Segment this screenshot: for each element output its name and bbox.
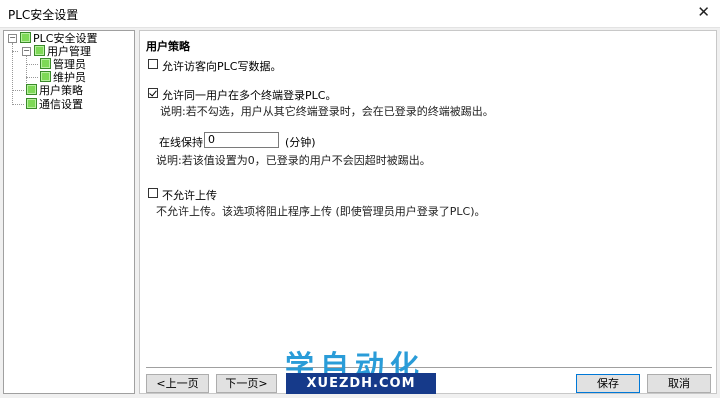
node-icon xyxy=(26,98,37,109)
multi-login-checkbox[interactable] xyxy=(148,88,158,98)
keep-online-unit: (分钟) xyxy=(285,136,316,149)
multi-login-label: 允许同一用户在多个终端登录PLC。 xyxy=(162,89,337,102)
collapse-icon[interactable]: − xyxy=(8,34,17,43)
tree-connector xyxy=(12,104,24,105)
tree-connector xyxy=(12,51,18,52)
keep-online-input[interactable]: 0 xyxy=(204,132,279,148)
tree-connector xyxy=(26,64,38,65)
tree-item-plc-security[interactable]: PLC安全设置 xyxy=(20,32,97,45)
tree-connector xyxy=(26,77,38,78)
no-upload-description: 不允许上传。该选项将阻止程序上传 (即使管理员用户登录了PLC)。 xyxy=(156,205,486,218)
title-bar: PLC安全设置 ✕ xyxy=(0,0,720,28)
prev-button[interactable]: <上一页 xyxy=(146,374,209,393)
close-icon[interactable]: ✕ xyxy=(697,3,710,21)
node-icon xyxy=(40,58,51,69)
keep-online-label: 在线保持 xyxy=(159,136,203,149)
tree-item-label: 用户策略 xyxy=(39,84,83,97)
no-upload-label: 不允许上传 xyxy=(162,189,217,202)
button-divider xyxy=(146,367,712,368)
keep-online-description: 说明:若该值设置为0，已登录的用户不会因超时被踢出。 xyxy=(156,154,431,167)
next-button[interactable]: 下一页> xyxy=(216,374,277,393)
allow-write-label: 允许访客向PLC写数据。 xyxy=(162,60,282,73)
node-icon xyxy=(20,32,31,43)
tree-item-label: PLC安全设置 xyxy=(33,32,98,45)
multi-login-description: 说明:若不勾选，用户从其它终端登录时，会在已登录的终端被踢出。 xyxy=(160,105,494,118)
settings-tree[interactable]: − PLC安全设置 − 用户管理 管理员 维护员 用户策略 通信设置 xyxy=(3,30,135,394)
tree-item-user-policy[interactable]: 用户策略 xyxy=(26,84,83,97)
tree-item-maintainer[interactable]: 维护员 xyxy=(40,71,86,84)
no-upload-checkbox[interactable] xyxy=(148,188,158,198)
tree-item-user-management[interactable]: 用户管理 xyxy=(34,45,91,58)
cancel-button[interactable]: 取消 xyxy=(647,374,711,393)
tree-item-label: 管理员 xyxy=(53,58,86,71)
watermark-url: XUEZDH.COM xyxy=(286,373,436,394)
save-button[interactable]: 保存 xyxy=(576,374,640,393)
tree-item-label: 通信设置 xyxy=(39,98,83,111)
collapse-icon[interactable]: − xyxy=(22,47,31,56)
policy-panel: 用户策略 允许访客向PLC写数据。 允许同一用户在多个终端登录PLC。 说明:若… xyxy=(139,30,717,394)
node-icon xyxy=(34,45,45,56)
tree-item-label: 维护员 xyxy=(53,71,86,84)
window-title: PLC安全设置 xyxy=(8,8,79,22)
tree-connector xyxy=(12,90,24,91)
tree-item-comm-settings[interactable]: 通信设置 xyxy=(26,98,83,111)
allow-write-checkbox[interactable] xyxy=(148,59,158,69)
node-icon xyxy=(40,71,51,82)
panel-heading: 用户策略 xyxy=(146,40,190,53)
tree-connector xyxy=(12,43,13,105)
node-icon xyxy=(26,84,37,95)
tree-item-label: 用户管理 xyxy=(47,45,91,58)
tree-item-admin[interactable]: 管理员 xyxy=(40,58,86,71)
